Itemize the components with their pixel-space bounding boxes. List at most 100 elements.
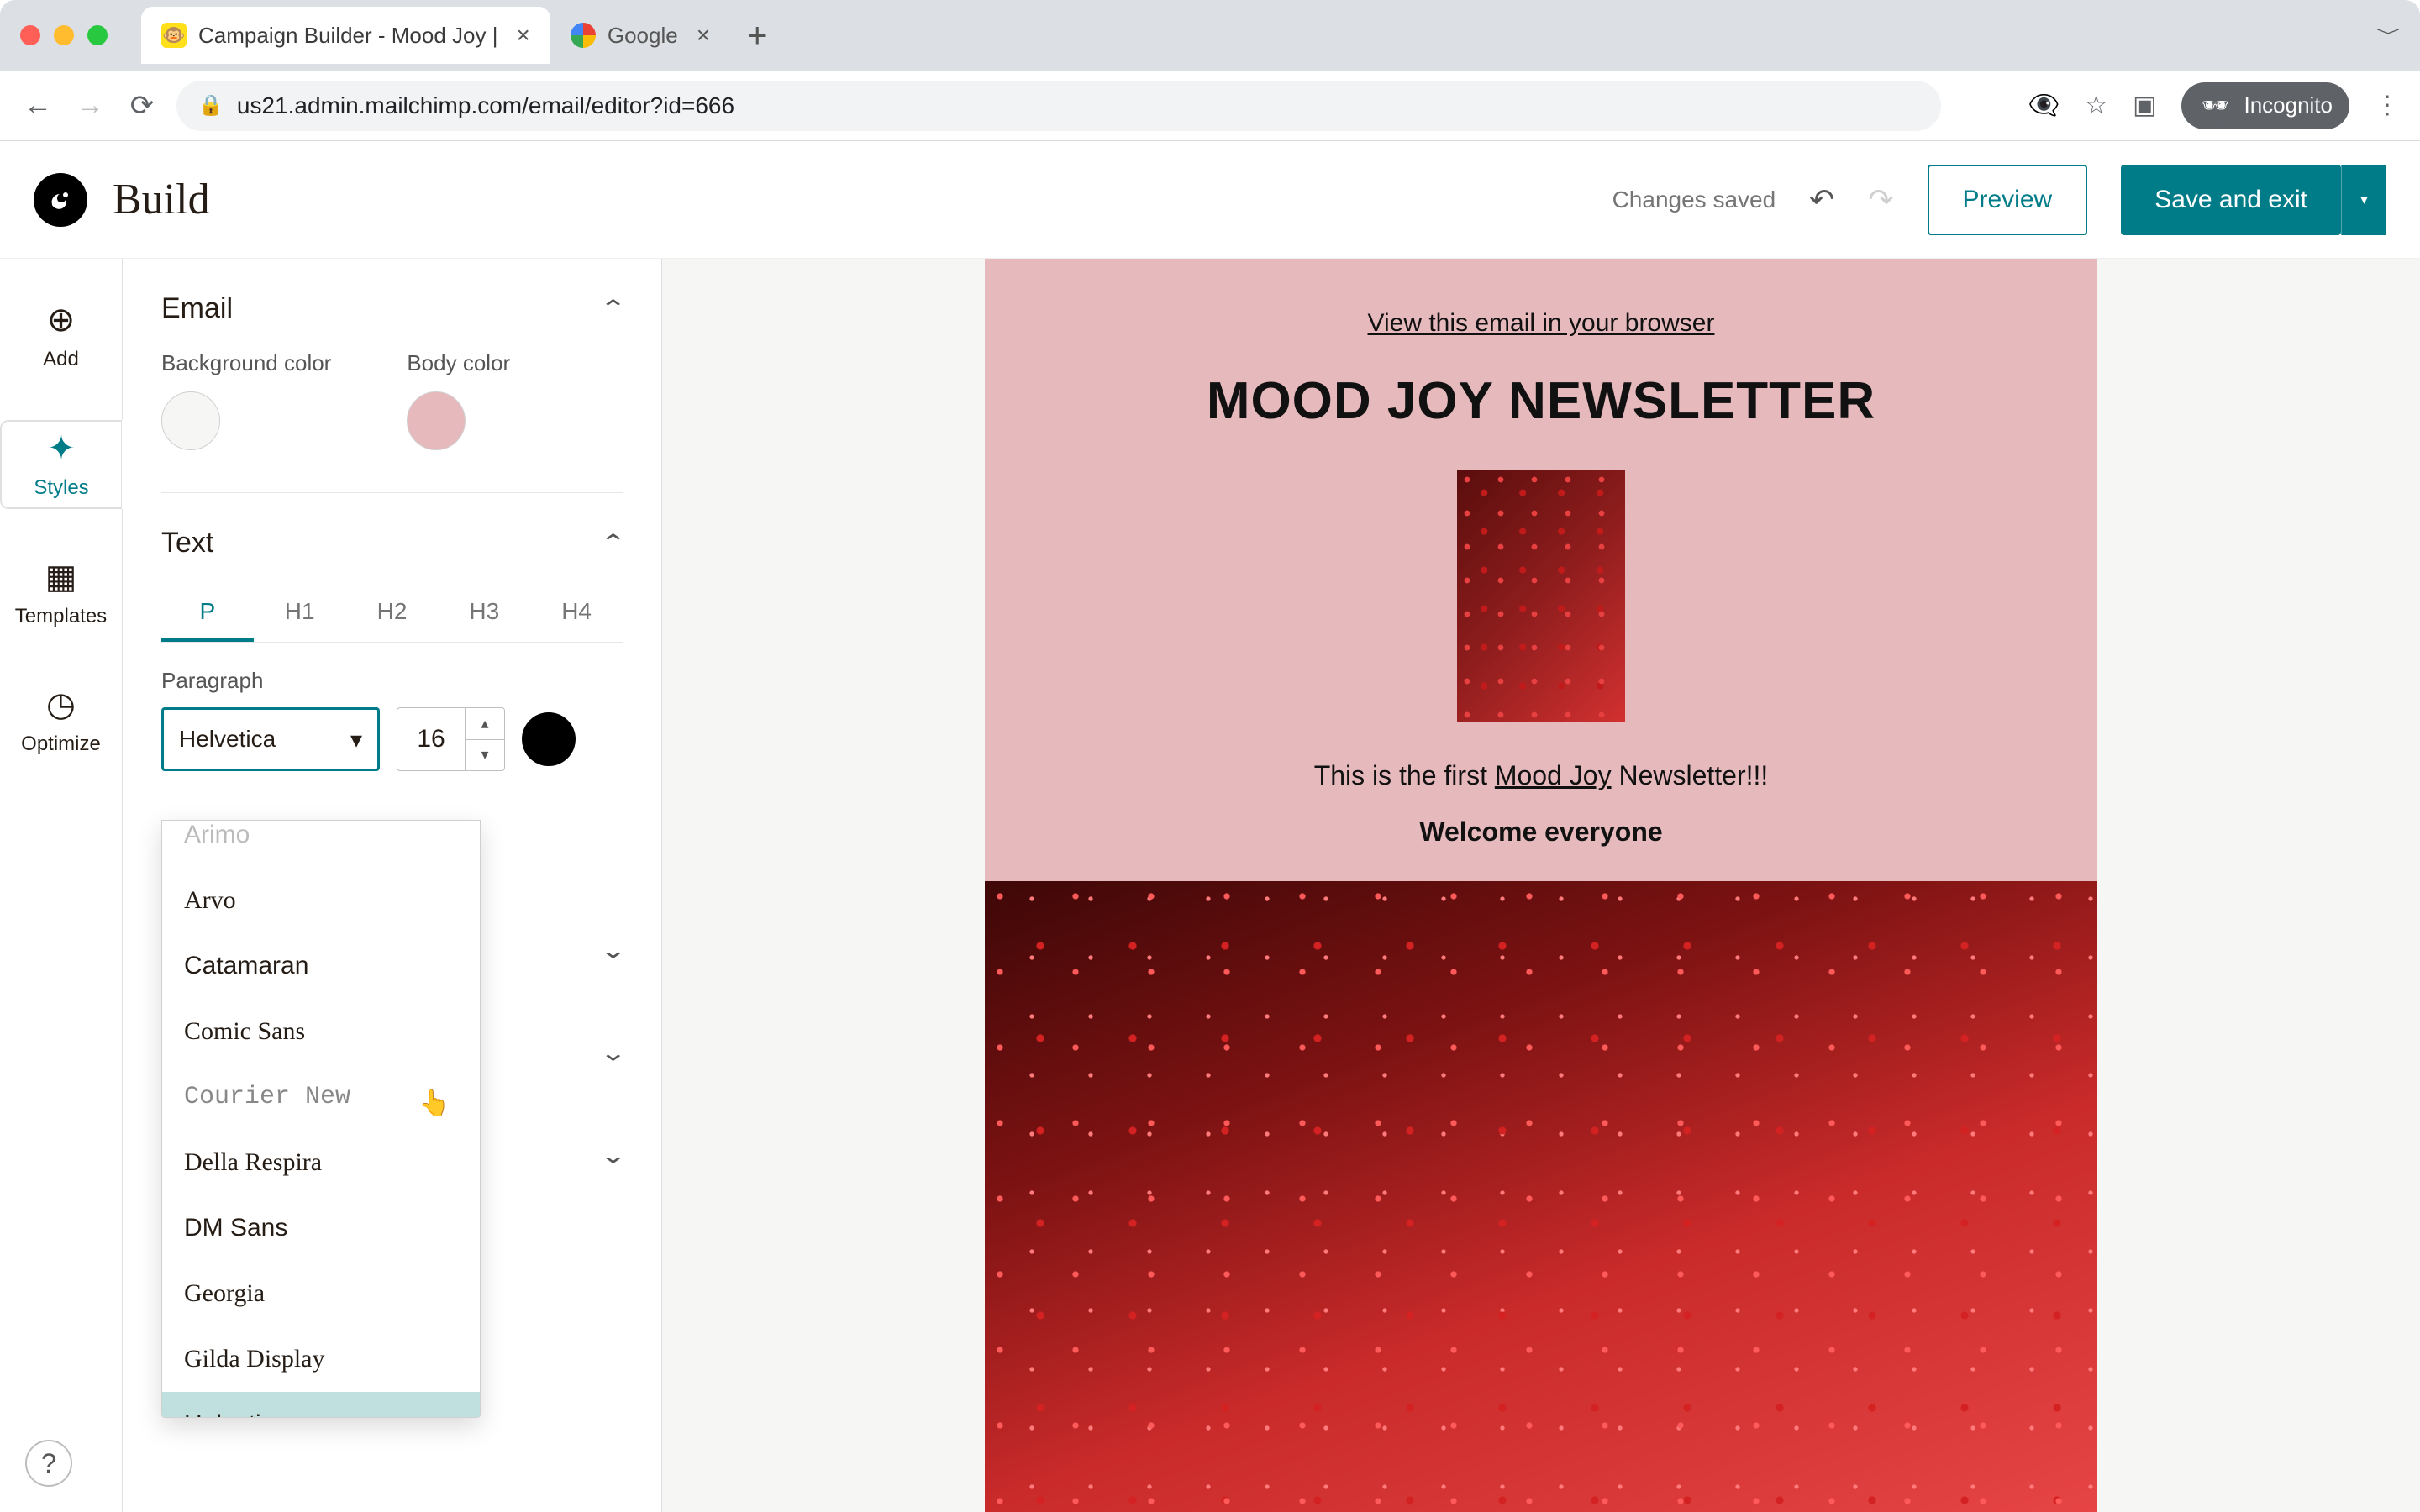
font-option[interactable]: Arimo: [162, 821, 480, 868]
rail-add[interactable]: ⊕ Add: [0, 292, 122, 380]
chevron-up-icon: ⌃: [599, 295, 627, 323]
tab-p[interactable]: P: [161, 585, 254, 642]
chevron-down-icon: ▾: [350, 726, 362, 753]
eye-off-icon[interactable]: 👁‍🗨: [2028, 91, 2060, 120]
email-body[interactable]: View this email in your browser MOOD JOY…: [985, 259, 2097, 1512]
tab-h1[interactable]: H1: [254, 585, 346, 642]
bookmark-star-icon[interactable]: ☆: [2085, 91, 2107, 120]
help-button[interactable]: ?: [25, 1440, 72, 1487]
font-option[interactable]: Courier New: [162, 1064, 480, 1130]
undo-icon[interactable]: ↶: [1809, 182, 1834, 218]
app-header: Build Changes saved ↶ ↷ Preview Save and…: [0, 141, 2420, 259]
newsletter-headline[interactable]: MOOD JOY NEWSLETTER: [1207, 371, 1876, 431]
close-tab-icon[interactable]: ×: [697, 22, 710, 49]
mailchimp-logo-icon[interactable]: [34, 173, 87, 227]
tool-rail: ⊕ Add ✦ Styles ▦ Templates ◷ Optimize ?: [0, 259, 123, 1512]
minimize-window-icon[interactable]: [54, 25, 74, 45]
text-level-tabs: P H1 H2 H3 H4: [161, 585, 623, 643]
font-option[interactable]: Arvo: [162, 868, 480, 933]
preview-label: Preview: [1963, 186, 2053, 214]
save-exit-split-button: Save and exit ▾: [2121, 165, 2386, 235]
kebab-menu-icon[interactable]: ⋮: [2375, 91, 2400, 120]
section-title: Text: [161, 527, 213, 559]
intro-link[interactable]: Mood Joy: [1495, 760, 1612, 790]
view-in-browser-link[interactable]: View this email in your browser: [1368, 309, 1715, 338]
tab-h2[interactable]: H2: [346, 585, 439, 642]
rail-optimize[interactable]: ◷ Optimize: [0, 677, 122, 764]
save-label: Save and exit: [2154, 186, 2307, 214]
tab-title: Campaign Builder - Mood Joy |: [198, 23, 497, 49]
tab-h3[interactable]: H3: [438, 585, 530, 642]
hero-image[interactable]: [985, 881, 2097, 1512]
intro-line[interactable]: This is the first Mood Joy Newsletter!!!: [1314, 760, 1769, 791]
font-option[interactable]: Catamaran: [162, 933, 480, 999]
text-color-swatch[interactable]: [522, 712, 576, 766]
size-up-button[interactable]: ▴: [466, 708, 504, 740]
close-tab-icon[interactable]: ×: [516, 22, 529, 49]
browser-toolbar: ← → ⟳ 🔒 us21.admin.mailchimp.com/email/e…: [0, 71, 2420, 141]
font-option[interactable]: Georgia: [162, 1261, 480, 1326]
font-option-selected[interactable]: Helvetica: [162, 1392, 480, 1417]
macos-titlebar: 🐵 Campaign Builder - Mood Joy | × Google…: [0, 0, 2420, 71]
page-title: Build: [113, 175, 210, 224]
font-option[interactable]: Della Respira: [162, 1130, 480, 1195]
incognito-icon: 🕶: [2198, 89, 2232, 123]
color-label: Body color: [407, 350, 510, 376]
help-label: ?: [41, 1448, 56, 1479]
extensions-icon[interactable]: ▣: [2133, 91, 2156, 120]
incognito-indicator[interactable]: 🕶 Incognito: [2181, 82, 2349, 129]
email-section-header[interactable]: Email ⌃: [161, 292, 623, 325]
color-label: Background color: [161, 350, 331, 376]
lock-icon: 🔒: [198, 93, 224, 118]
back-button[interactable]: ←: [20, 88, 55, 123]
rail-templates[interactable]: ▦ Templates: [0, 549, 122, 637]
preview-button[interactable]: Preview: [1928, 165, 2088, 235]
new-tab-button[interactable]: +: [747, 15, 768, 55]
email-canvas[interactable]: View this email in your browser MOOD JOY…: [662, 259, 2420, 1512]
save-exit-caret[interactable]: ▾: [2341, 165, 2386, 235]
incognito-label: Incognito: [2244, 92, 2333, 118]
welcome-subhead[interactable]: Welcome everyone: [1419, 816, 1662, 848]
bg-swatch[interactable]: [161, 391, 220, 450]
rail-styles[interactable]: ✦ Styles: [0, 420, 122, 509]
tab-h4[interactable]: H4: [530, 585, 623, 642]
browser-tab-active[interactable]: 🐵 Campaign Builder - Mood Joy | ×: [141, 7, 550, 64]
browser-tab-inactive[interactable]: Google ×: [550, 7, 730, 64]
paragraph-controls: Helvetica ▾ 16 ▴ ▾: [161, 707, 623, 771]
hero-thumbnail-image[interactable]: [1457, 470, 1625, 722]
font-size-value[interactable]: 16: [397, 725, 465, 753]
font-dropdown: Arimo Arvo Catamaran Comic Sans Courier …: [161, 820, 481, 1418]
font-option[interactable]: Comic Sans: [162, 999, 480, 1064]
paragraph-label: Paragraph: [161, 668, 623, 694]
forward-button: →: [72, 88, 108, 123]
paint-icon: ✦: [47, 429, 76, 468]
rail-label: Styles: [34, 476, 88, 500]
close-window-icon[interactable]: [20, 25, 40, 45]
chevron-down-icon: ⌃: [599, 1140, 627, 1168]
save-exit-button[interactable]: Save and exit: [2121, 165, 2341, 235]
browser-tabs: 🐵 Campaign Builder - Mood Joy | × Google…: [141, 0, 768, 71]
traffic-lights: [20, 25, 108, 45]
rail-label: Optimize: [21, 732, 101, 756]
mailchimp-favicon-icon: 🐵: [161, 23, 187, 48]
google-favicon-icon: [571, 23, 596, 48]
font-size-stepper: 16 ▴ ▾: [397, 707, 505, 771]
font-option[interactable]: Gilda Display: [162, 1326, 480, 1392]
font-option[interactable]: DM Sans: [162, 1195, 480, 1261]
plus-circle-icon: ⊕: [47, 301, 76, 339]
fullscreen-window-icon[interactable]: [87, 25, 108, 45]
body-swatch[interactable]: [407, 391, 466, 450]
font-family-select[interactable]: Helvetica ▾: [161, 707, 380, 771]
text-section-header[interactable]: Text ⌃: [161, 527, 623, 559]
size-down-button[interactable]: ▾: [466, 740, 504, 771]
tab-overflow-icon[interactable]: ﹀: [2376, 25, 2400, 45]
address-bar[interactable]: 🔒 us21.admin.mailchimp.com/email/editor?…: [176, 81, 1941, 131]
rail-label: Add: [43, 348, 79, 371]
workarea: ⊕ Add ✦ Styles ▦ Templates ◷ Optimize ? …: [0, 259, 2420, 1512]
chevron-down-icon: ⌃: [599, 935, 627, 963]
body-color-picker[interactable]: Body color: [407, 350, 510, 450]
background-color-picker[interactable]: Background color: [161, 350, 331, 450]
intro-pre: This is the first: [1314, 760, 1495, 790]
reload-button[interactable]: ⟳: [124, 88, 160, 123]
styles-panel: Email ⌃ Background color Body color Text…: [123, 259, 662, 1512]
